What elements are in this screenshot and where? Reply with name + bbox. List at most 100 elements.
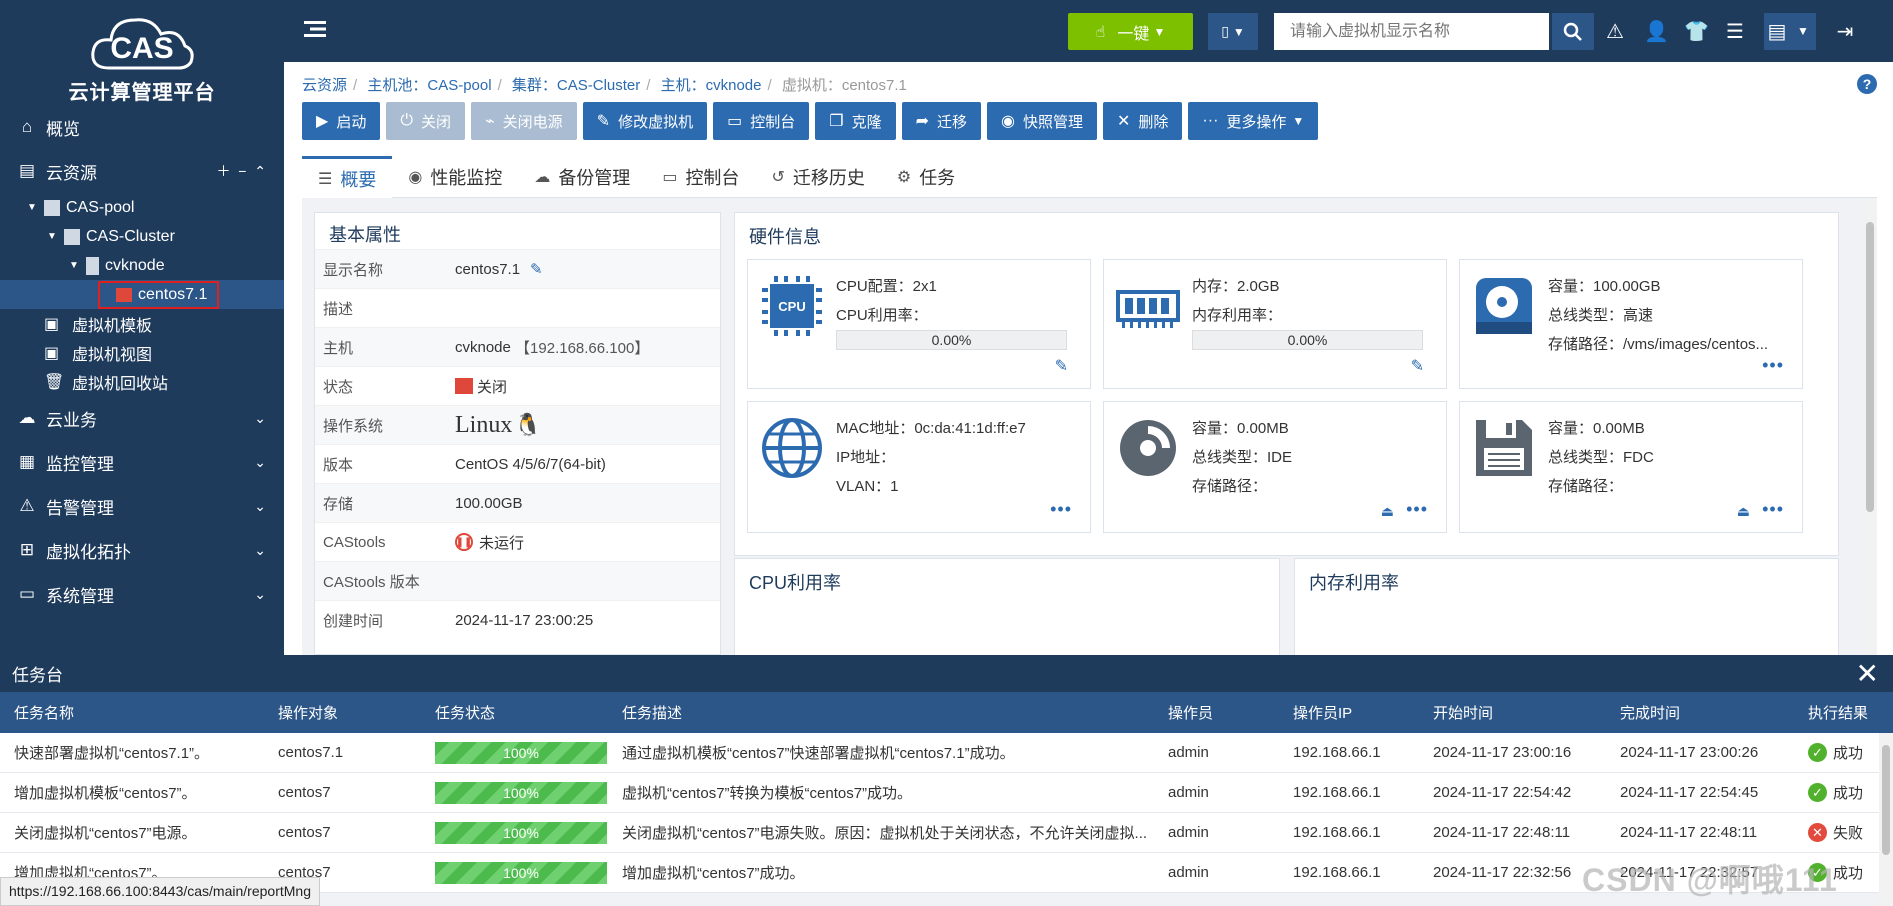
close-icon: ✕	[1116, 113, 1131, 130]
tree-vm-label: centos7.1	[138, 285, 208, 303]
status-bar-url: https://192.168.66.100:8443/cas/main/rep…	[0, 877, 320, 906]
start-button[interactable]: ▶ 启动	[302, 102, 381, 140]
tab-task-label: 任务	[919, 168, 956, 188]
search-input[interactable]	[1274, 13, 1549, 50]
help-icon[interactable]: ?	[1857, 74, 1877, 94]
more-icon[interactable]: •••	[1762, 499, 1784, 520]
nav-vm-view[interactable]: ▣ 虚拟机视图	[0, 338, 284, 367]
logout-icon[interactable]: ⇥	[1834, 19, 1856, 44]
prop-version: 版本 CentOS 4/5/6/7(64-bit)	[315, 444, 720, 483]
pencil-icon[interactable]: ✎	[1411, 356, 1424, 376]
tab-perf-label: 性能监控	[430, 168, 503, 188]
prop-key: 版本	[323, 456, 354, 474]
tree-node-vm[interactable]: centos7.1	[0, 280, 284, 309]
nav-cloud-resources-label: 云资源	[46, 163, 97, 183]
tab-backup[interactable]: ☁ 备份管理	[518, 156, 646, 198]
more-icon[interactable]: •••	[1762, 355, 1784, 376]
task-name: 关闭虚拟机“centos7”电源。	[14, 825, 197, 842]
more-icon[interactable]: •••	[1050, 499, 1072, 520]
clone-button[interactable]: ❐ 克隆	[815, 102, 896, 140]
crumb-cluster[interactable]: 集群：CAS-Cluster	[512, 77, 640, 94]
screen-menu-button[interactable]: ▤ ▼	[1764, 12, 1816, 50]
nav-topology[interactable]: ⊞ 虚拟化拓扑 ⌄	[0, 528, 284, 572]
tab-bar: ☰ 概要 ◉ 性能监控 ☁ 备份管理 ▭ 控制台 ↺ 迁移历史 ⚙ 任务	[302, 156, 1877, 198]
cpu-chart-title: CPU利用率	[749, 573, 842, 593]
cpu-usage-chart-panel: CPU利用率	[734, 558, 1280, 655]
migrate-button[interactable]: ➦ 迁移	[901, 102, 981, 140]
pencil-icon[interactable]: ✎	[530, 260, 543, 278]
tree-node-pool[interactable]: ▼ CAS-pool	[0, 193, 284, 222]
menu-toggle-icon[interactable]	[304, 20, 326, 38]
ellipsis-icon: ···	[1202, 112, 1219, 129]
tab-perf[interactable]: ◉ 性能监控	[392, 156, 518, 198]
scrollbar-thumb[interactable]	[1882, 745, 1890, 855]
progress-label: 100%	[503, 824, 539, 841]
hardware-panel: 硬件信息 CPU CPU配置：2x1 CPU利用率： 0.00% ✎ 内存：2.0G…	[734, 212, 1839, 556]
warning-icon[interactable]: ⚠	[1604, 19, 1626, 44]
tree-node-cluster[interactable]: ▼ CAS-Cluster	[0, 222, 284, 251]
cdrom-card: 容量：0.00MB 总线类型：IDE 存储路径： ⏏ •••	[1103, 401, 1447, 533]
webcam-icon: ◉	[408, 169, 423, 186]
task-scrollbar[interactable]	[1879, 733, 1893, 906]
table-row[interactable]: 快速部署虚拟机“centos7.1”。 centos7.1 100% 通过虚拟机…	[0, 733, 1893, 773]
overview-content: 基本属性 显示名称 centos7.1 ✎ 描述 主机 cvknode 【192.16…	[302, 198, 1877, 655]
eject-icon[interactable]: ⏏	[1737, 503, 1750, 520]
close-icon[interactable]: ✕	[1856, 657, 1879, 690]
nav-alarm[interactable]: ⚠ 告警管理 ⌄	[0, 484, 284, 528]
nav-vm-recycle-label: 虚拟机回收站	[72, 375, 169, 393]
logo: CAS 云计算管理平台	[0, 0, 284, 105]
disk-card: 容量：100.00GB 总线类型：高速 存储路径：/vms/images/cento…	[1459, 259, 1803, 389]
delete-button[interactable]: ✕ 删除	[1102, 102, 1183, 140]
onekey-button[interactable]: ☝ 一键 ▼	[1068, 13, 1193, 50]
pencil-icon[interactable]: ✎	[1055, 356, 1068, 376]
crumb-host[interactable]: 主机：cvknode	[661, 77, 762, 94]
nav-cloud-resources[interactable]: ▤ 云资源 ＋ − ⌃	[0, 149, 284, 193]
console-button[interactable]: ▭ 控制台	[713, 102, 810, 140]
tab-task[interactable]: ⚙ 任务	[881, 156, 971, 198]
eject-icon[interactable]: ⏏	[1381, 503, 1394, 520]
nav-vm-template[interactable]: ▣ 虚拟机模板	[0, 309, 284, 338]
col-result: 执行结果	[1808, 705, 1869, 722]
shutdown-button[interactable]: ⏻ 关闭	[386, 102, 465, 140]
list-icon[interactable]: ☰	[1724, 19, 1746, 44]
crumb-pool[interactable]: 主机池：CAS-pool	[367, 77, 491, 94]
nav-monitor-label: 监控管理	[46, 454, 114, 474]
more-actions-button[interactable]: ··· 更多操作 ▼	[1188, 102, 1319, 140]
tree-node-host[interactable]: ▼ cvknode	[0, 251, 284, 280]
snapshot-button[interactable]: ◉ 快照管理	[987, 102, 1097, 140]
prop-key: 存储	[323, 495, 354, 513]
tab-console[interactable]: ▭ 控制台	[646, 156, 755, 198]
nav-monitor[interactable]: ▦ 监控管理 ⌄	[0, 440, 284, 484]
vm-filter-button[interactable]: ▯ ▼	[1208, 13, 1258, 50]
main-content: 云资源 / 主机池：CAS-pool / 集群：CAS-Cluster / 主机：cv…	[284, 62, 1893, 655]
chevron-down-icon: ⌄	[254, 453, 266, 470]
network-card: MAC地址：0c:da:41:1d:ff:e7 IP地址： VLAN：1 •••	[747, 401, 1091, 533]
nav-cloud-business[interactable]: ☁ 云业务 ⌄	[0, 396, 284, 440]
shirt-icon[interactable]: 👕	[1684, 19, 1709, 44]
progress-label: 100%	[503, 864, 539, 881]
tree-actions[interactable]: ＋ − ⌃	[217, 161, 266, 181]
col-operator: 操作员	[1168, 705, 1214, 722]
table-row[interactable]: 关闭虚拟机“centos7”电源。 centos7 100% 关闭虚拟机“cen…	[0, 813, 1893, 853]
more-icon[interactable]: •••	[1406, 499, 1428, 520]
power-icon: ⏻	[400, 112, 413, 129]
col-end: 完成时间	[1620, 705, 1681, 722]
nav-topology-label: 虚拟化拓扑	[46, 542, 131, 562]
modify-vm-button[interactable]: ✎ 修改虚拟机	[582, 102, 708, 140]
table-row[interactable]: 增加虚拟机模板“centos7”。 centos7 100% 虚拟机“cento…	[0, 773, 1893, 813]
task-console-header: 任务台 ✕	[0, 655, 1893, 692]
content-scrollbar[interactable]	[1863, 198, 1877, 655]
tab-migrate-history[interactable]: ↺ 迁移历史	[755, 156, 880, 198]
search-button[interactable]	[1552, 13, 1594, 50]
cd-path: 存储路径：	[1192, 478, 1268, 495]
crumb-cloud[interactable]: 云资源	[302, 77, 347, 94]
scrollbar-thumb[interactable]	[1866, 222, 1874, 512]
cpu-icon-label: CPU	[778, 299, 805, 314]
nav-vm-recycle[interactable]: 🗑 虚拟机回收站	[0, 367, 284, 396]
user-icon[interactable]: 👤	[1644, 19, 1669, 44]
nav-system[interactable]: ▭ 系统管理 ⌄	[0, 572, 284, 616]
more-label: 更多操作	[1226, 113, 1287, 131]
nav-overview[interactable]: ⌂ 概览	[0, 105, 284, 149]
poweroff-button[interactable]: ⌁ 关闭电源	[471, 102, 577, 140]
tab-overview[interactable]: ☰ 概要	[302, 156, 393, 198]
